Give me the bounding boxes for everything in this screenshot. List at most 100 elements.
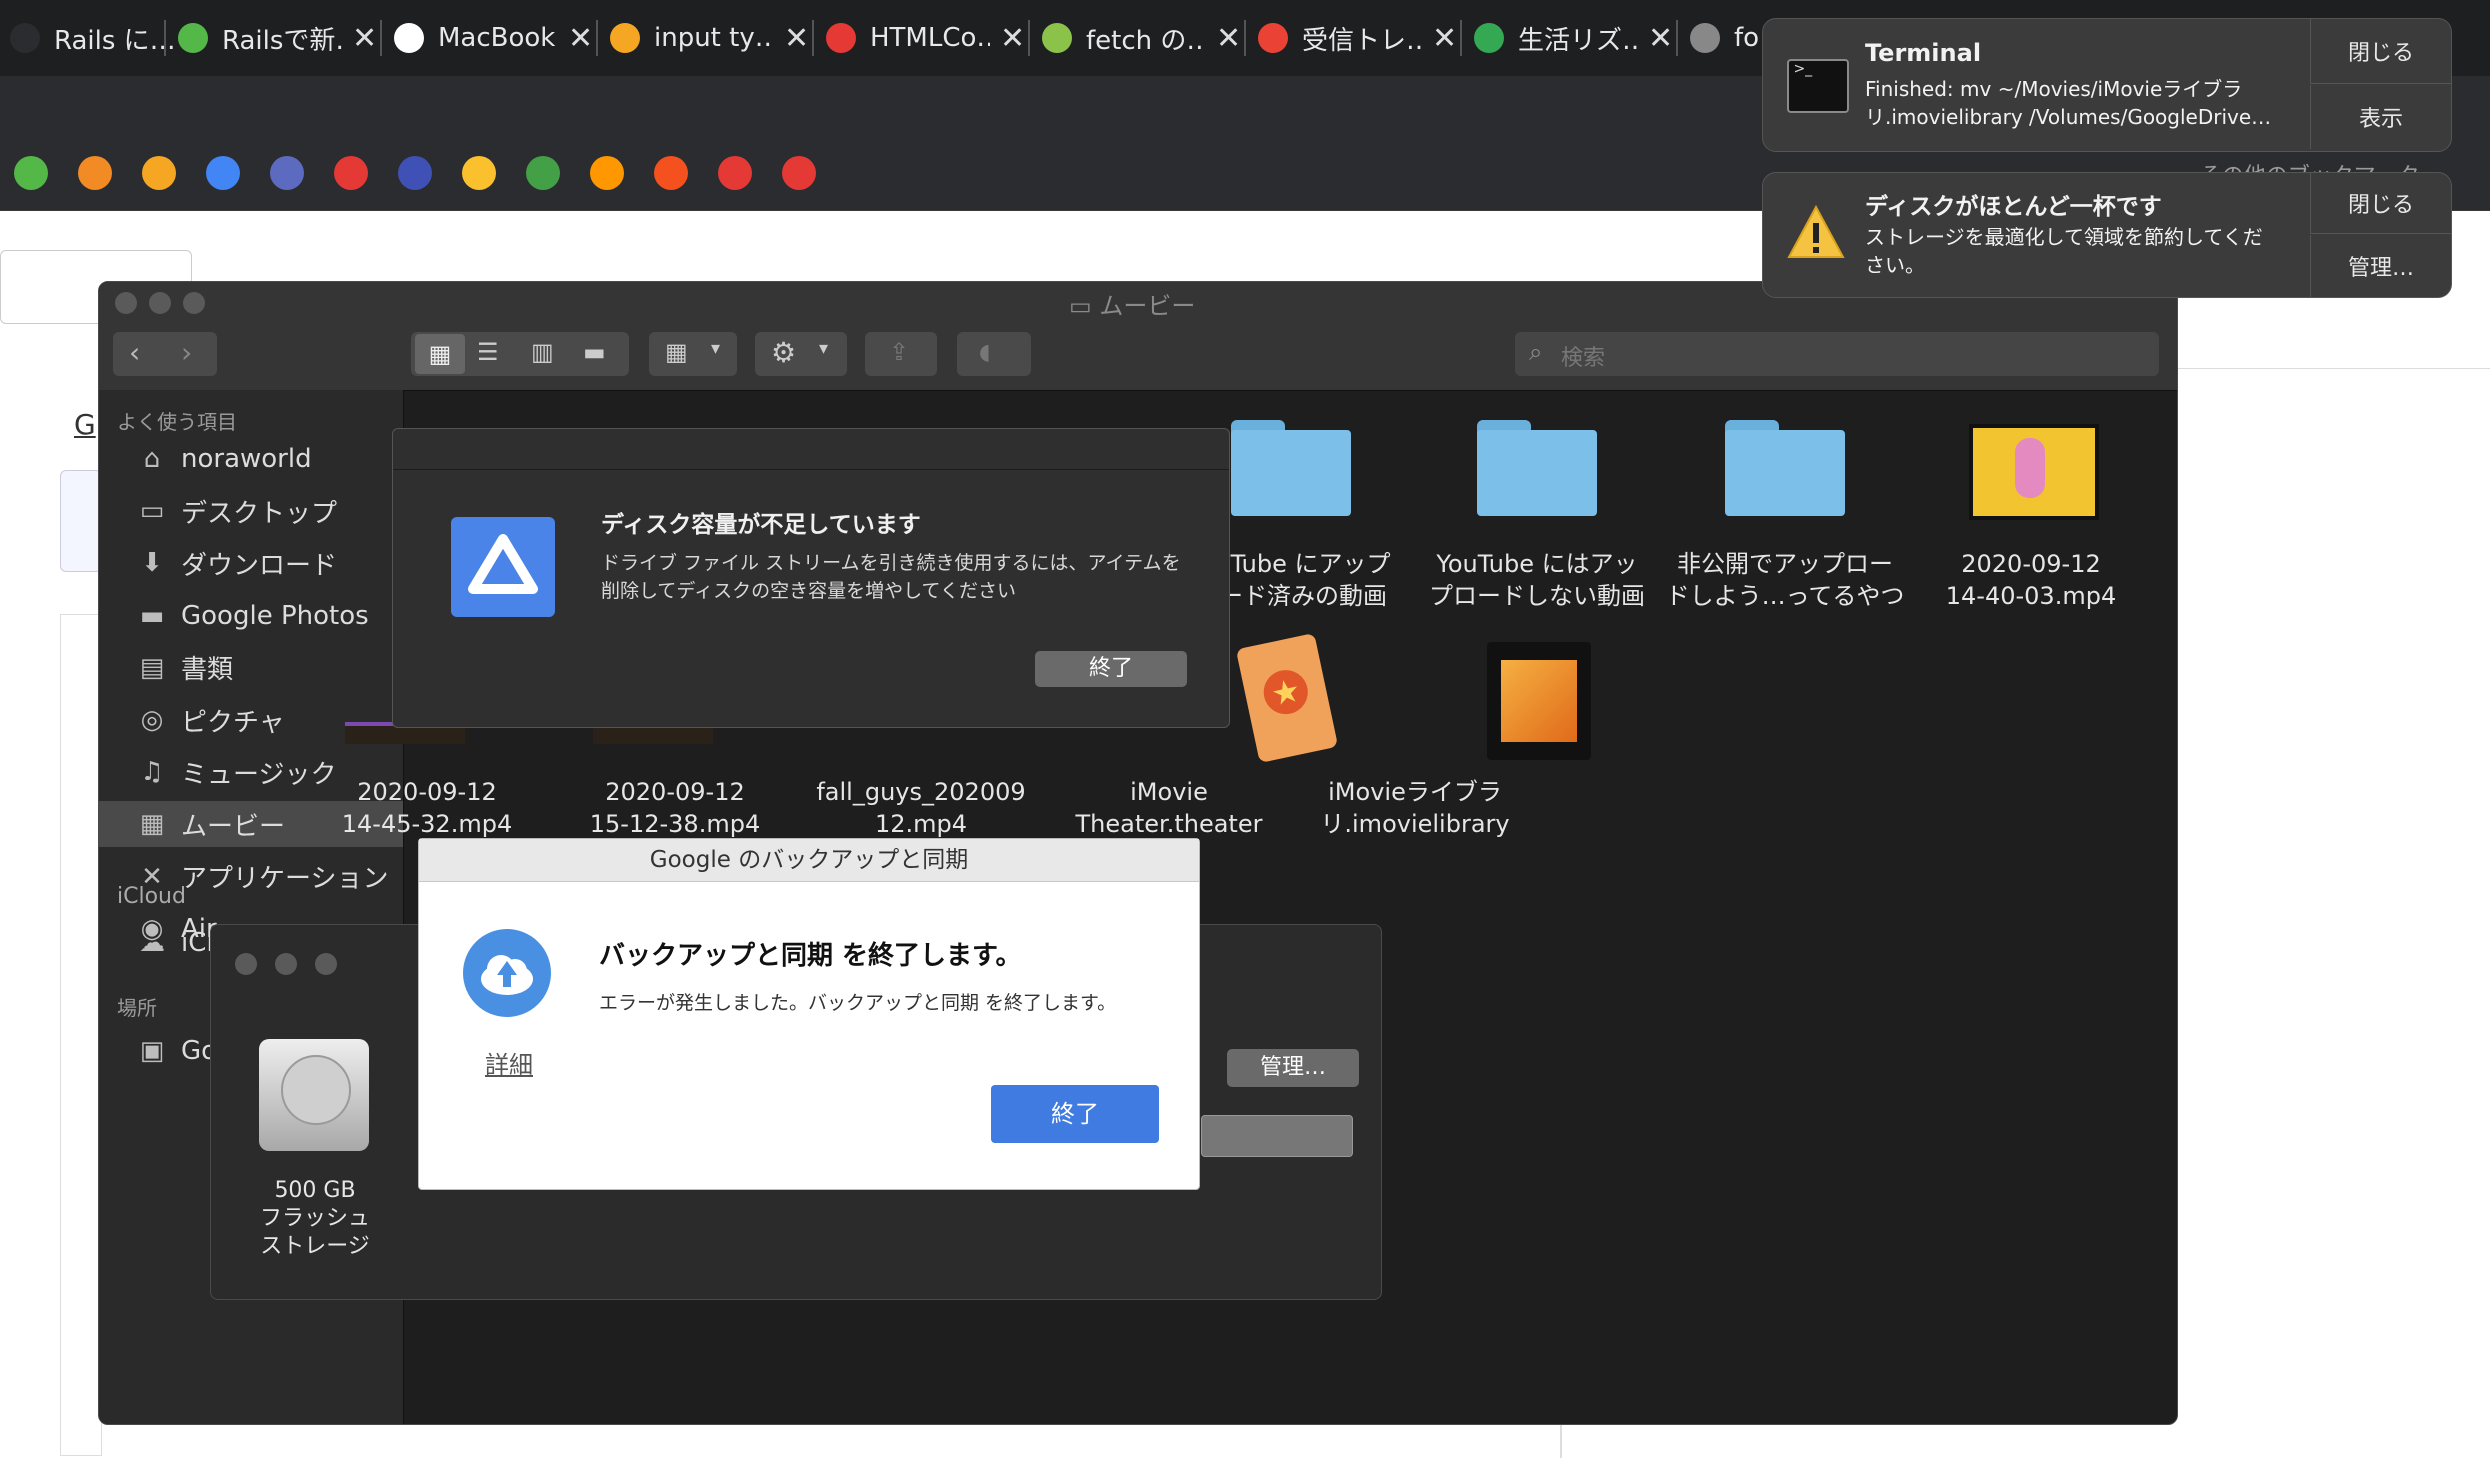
- close-tab-icon[interactable]: ✕: [1432, 21, 1457, 56]
- group-by-button[interactable]: ▦ ▾: [649, 332, 737, 376]
- bookmark-icon[interactable]: [718, 156, 752, 190]
- browser-tab[interactable]: Railsで新… ✕: [178, 14, 377, 62]
- chevron-right-icon[interactable]: ›: [181, 336, 192, 369]
- sidebar-item[interactable]: ▤ 書類: [99, 645, 403, 691]
- close-window-button[interactable]: [235, 953, 257, 975]
- file-name-line2: リ.imovielibrary: [1320, 810, 1510, 838]
- zoom-window-button[interactable]: [183, 292, 205, 314]
- close-tab-icon[interactable]: ✕: [352, 21, 377, 56]
- sidebar-item[interactable]: ⬇ ダウンロード: [99, 540, 403, 586]
- cloud-upload-svg: [481, 955, 533, 995]
- sidebar-item-icon: ♫: [140, 757, 164, 788]
- icon-view-icon[interactable]: ▦: [415, 334, 465, 374]
- chevron-down-icon: ▾: [819, 338, 829, 359]
- list-view-icon[interactable]: ☰: [477, 338, 499, 366]
- close-tab-icon[interactable]: ✕: [568, 21, 593, 56]
- close-window-button[interactable]: [115, 292, 137, 314]
- browser-tab[interactable]: 生活リズ… ✕: [1474, 14, 1673, 62]
- bookmark-icon[interactable]: [526, 156, 560, 190]
- bookmark-icon[interactable]: [206, 156, 240, 190]
- file-name[interactable]: 2020-09-12 15-12-38.mp4: [555, 776, 795, 840]
- drive-triangle-svg: [468, 534, 538, 594]
- close-notification-button[interactable]: 閉じる: [2310, 173, 2451, 234]
- notification-terminal[interactable]: >_ Terminal Finished: mv ~/Movies/iMovie…: [1762, 18, 2452, 152]
- chevron-down-icon: ▾: [711, 338, 721, 359]
- show-button[interactable]: 表示: [2310, 85, 2451, 149]
- bookmark-icon[interactable]: [590, 156, 624, 190]
- page-card: [60, 614, 102, 1456]
- dialog-heading: バックアップと同期 を終了します。: [599, 941, 1022, 971]
- browser-tab[interactable]: 受信トレ… ✕: [1258, 14, 1457, 62]
- search-field[interactable]: ⌕ 検索: [1515, 332, 2159, 376]
- close-tab-icon[interactable]: ✕: [1648, 21, 1673, 56]
- browser-tab[interactable]: MacBook… ✕: [394, 14, 593, 62]
- sidebar-item[interactable]: ⌂ noraworld: [99, 436, 403, 482]
- column-view-icon[interactable]: ▥: [531, 338, 554, 366]
- tab-separator: [1244, 20, 1246, 56]
- tab-separator: [1028, 20, 1030, 56]
- file-name[interactable]: 非公開でアップロー ドしよう…ってるやつ: [1665, 548, 1905, 612]
- tab-separator: [380, 20, 382, 56]
- film-frame: [1501, 660, 1577, 742]
- action-button[interactable]: ⚙ ▾: [755, 332, 847, 376]
- folder-icon[interactable]: [1477, 420, 1597, 516]
- zoom-window-button[interactable]: [315, 953, 337, 975]
- sidebar-item[interactable]: ▬ Google Photos: [99, 593, 403, 639]
- share-button[interactable]: ⇪: [865, 332, 937, 376]
- browser-tab[interactable]: input ty… ✕: [610, 14, 809, 62]
- view-mode-segmented[interactable]: ▦ ☰ ▥ ▬: [411, 332, 629, 376]
- file-name[interactable]: 2020-09-12 14-40-03.mp4: [1911, 548, 2151, 612]
- window-title-text: ムービー: [1099, 292, 1196, 320]
- folder-icon[interactable]: [1725, 420, 1845, 516]
- bookmark-icon[interactable]: [142, 156, 176, 190]
- file-name[interactable]: fall_guys_202009 12.mp4: [801, 776, 1041, 840]
- imovie-library-icon[interactable]: [1487, 642, 1591, 760]
- sidebar-item-icon: ⬇: [141, 548, 163, 579]
- bookmark-icon[interactable]: [654, 156, 688, 190]
- minimize-window-button[interactable]: [275, 953, 297, 975]
- notification-disk-full[interactable]: ディスクがほとんど一杯です ストレージを最適化して領域を節約してください。 閉じ…: [1762, 172, 2452, 298]
- file-name[interactable]: iMovieライブラ リ.imovielibrary: [1295, 776, 1535, 840]
- backup-sync-dialog: Google のバックアップと同期 詳細 バックアップと同期 を終了します。 エ…: [418, 838, 1200, 1190]
- file-name[interactable]: iMovie Theater.theater: [1049, 776, 1289, 840]
- bookmark-icon[interactable]: [78, 156, 112, 190]
- tags-button[interactable]: ◖: [957, 332, 1031, 376]
- browser-tab[interactable]: HTMLCo… ✕: [826, 14, 1025, 62]
- tab-separator: [164, 20, 166, 56]
- back-forward-buttons[interactable]: ‹ ›: [113, 332, 217, 376]
- file-name[interactable]: 2020-09-12 14-45-32.mp4: [307, 776, 547, 840]
- video-thumbnail[interactable]: [1969, 424, 2099, 520]
- close-tab-icon[interactable]: ✕: [784, 21, 809, 56]
- quit-button[interactable]: 終了: [991, 1085, 1159, 1143]
- imovie-theater-icon[interactable]: ★: [1235, 632, 1339, 764]
- folder-icon[interactable]: [1231, 420, 1351, 516]
- gallery-view-icon[interactable]: ▬: [583, 338, 606, 366]
- bookmark-icon[interactable]: [334, 156, 368, 190]
- favicon-icon: [394, 23, 424, 53]
- close-tab-icon[interactable]: ✕: [1000, 21, 1025, 56]
- bookmark-icon[interactable]: [14, 156, 48, 190]
- minimize-window-button[interactable]: [149, 292, 171, 314]
- warning-icon: [1787, 204, 1845, 258]
- quit-button[interactable]: 終了: [1035, 651, 1187, 687]
- file-name-line2: 14-40-03.mp4: [1945, 582, 2117, 610]
- chevron-left-icon[interactable]: ‹: [129, 336, 140, 369]
- bookmark-icon[interactable]: [398, 156, 432, 190]
- close-tab-icon[interactable]: ✕: [1216, 21, 1241, 56]
- bookmark-icon[interactable]: [462, 156, 496, 190]
- details-link[interactable]: 詳細: [485, 1045, 533, 1080]
- bookmark-icon[interactable]: [782, 156, 816, 190]
- notification-body: ストレージを最適化して領域を節約してください。: [1865, 225, 2263, 277]
- close-notification-button[interactable]: 閉じる: [2310, 19, 2451, 84]
- file-name-line1: 2020-09-12: [357, 778, 497, 806]
- manage-button[interactable]: 管理…: [1227, 1049, 1359, 1087]
- dialog-message: エラーが発生しました。バックアップと同期 を終了します。: [599, 992, 1117, 1014]
- manage-button[interactable]: 管理…: [2310, 235, 2451, 297]
- bookmark-icon[interactable]: [270, 156, 304, 190]
- file-name[interactable]: YouTube にはアッ プロードしない動画: [1417, 548, 1657, 612]
- tab-title: 受信トレ…: [1302, 25, 1422, 56]
- page-link[interactable]: G: [74, 408, 96, 441]
- browser-tab[interactable]: fetch の… ✕: [1042, 14, 1241, 62]
- sidebar-item[interactable]: ▭ デスクトップ: [99, 488, 403, 534]
- disk-type-line1: フラッシュ: [259, 1206, 370, 1231]
